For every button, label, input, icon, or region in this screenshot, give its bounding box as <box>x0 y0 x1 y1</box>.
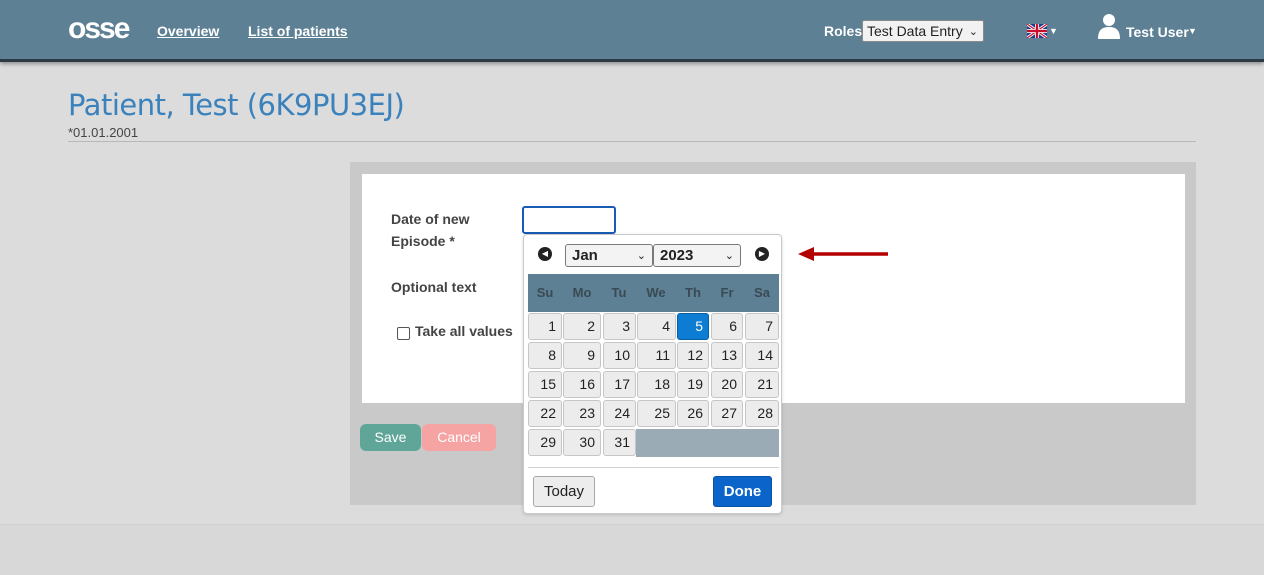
annotation-arrow-icon <box>798 247 888 261</box>
uk-flag-icon[interactable] <box>1027 24 1047 38</box>
roles-select[interactable]: Test Data Entry ⌄ <box>862 20 984 42</box>
calendar-day[interactable]: 13 <box>711 342 743 369</box>
divider <box>68 141 1196 142</box>
calendar-day[interactable]: 11 <box>637 342 676 369</box>
datepicker-popup: ◀ Jan ⌄ 2023 ⌄ ▶ Su Mo Tu We Th Fr Sa 1 … <box>523 234 782 514</box>
weekday-label: Fr <box>720 285 734 300</box>
cancel-button[interactable]: Cancel <box>422 424 496 451</box>
episode-date-input[interactable] <box>522 206 616 234</box>
calendar-day[interactable]: 10 <box>603 342 636 369</box>
user-icon[interactable] <box>1097 13 1121 39</box>
save-button[interactable]: Save <box>360 424 421 451</box>
calendar-grid: 1 2 3 4 5 6 7 8 9 10 11 12 13 14 15 16 1… <box>528 313 779 461</box>
weekday-label: Su <box>536 285 554 300</box>
calendar-day[interactable]: 16 <box>563 371 601 398</box>
calendar-day[interactable]: 2 <box>563 313 601 340</box>
calendar-day[interactable]: 12 <box>677 342 709 369</box>
year-select-value: 2023 <box>660 247 694 264</box>
date-label-line2: Episode * <box>391 233 455 249</box>
weekday-label: Tu <box>611 285 627 300</box>
user-name[interactable]: Test User <box>1126 24 1189 40</box>
calendar-day[interactable]: 1 <box>528 313 562 340</box>
calendar-empty-cells <box>636 429 779 457</box>
calendar-day[interactable]: 9 <box>563 342 601 369</box>
weekday-label: We <box>646 285 666 300</box>
next-month-icon[interactable]: ▶ <box>755 247 769 261</box>
calendar-day[interactable]: 20 <box>711 371 743 398</box>
calendar-day[interactable]: 17 <box>603 371 636 398</box>
weekday-label: Th <box>685 285 701 300</box>
chevron-down-icon: ⌄ <box>636 250 646 262</box>
page-footer <box>0 524 1264 575</box>
calendar-day[interactable]: 19 <box>677 371 709 398</box>
osse-logo[interactable]: osse <box>68 14 130 44</box>
weekday-label: Mo <box>572 285 592 300</box>
nav-list-of-patients-link[interactable]: List of patients <box>248 23 348 39</box>
calendar-day[interactable]: 30 <box>563 429 601 456</box>
calendar-day[interactable]: 18 <box>637 371 676 398</box>
month-select[interactable]: Jan ⌄ <box>565 244 653 267</box>
calendar-day[interactable]: 21 <box>745 371 779 398</box>
date-label-line1: Date of new <box>391 211 470 227</box>
top-navigation-bar: osse Overview List of patients Roles Tes… <box>0 0 1264 62</box>
calendar-day[interactable]: 27 <box>711 400 743 427</box>
calendar-day[interactable]: 14 <box>745 342 779 369</box>
calendar-day[interactable]: 23 <box>563 400 601 427</box>
calendar-day[interactable]: 29 <box>528 429 562 456</box>
divider <box>528 467 779 468</box>
calendar-day[interactable]: 4 <box>637 313 676 340</box>
patient-dob: *01.01.2001 <box>68 125 139 140</box>
today-button[interactable]: Today <box>533 476 595 507</box>
calendar-day[interactable]: 3 <box>603 313 636 340</box>
calendar-day[interactable]: 25 <box>637 400 676 427</box>
roles-label: Roles <box>824 23 863 39</box>
calendar-day[interactable]: 28 <box>745 400 779 427</box>
nav-overview-link[interactable]: Overview <box>157 23 219 39</box>
calendar-day[interactable]: 6 <box>711 313 743 340</box>
weekday-label: Sa <box>754 285 770 300</box>
year-select[interactable]: 2023 ⌄ <box>653 244 741 267</box>
roles-select-value: Test Data Entry <box>867 23 963 39</box>
take-all-values-label[interactable]: Take all values <box>415 323 513 339</box>
done-button[interactable]: Done <box>713 476 772 507</box>
language-caret-icon[interactable]: ▼ <box>1049 26 1058 36</box>
month-select-value: Jan <box>572 247 598 264</box>
calendar-day[interactable]: 15 <box>528 371 562 398</box>
calendar-day[interactable]: 7 <box>745 313 779 340</box>
chevron-down-icon: ⌄ <box>968 26 978 38</box>
calendar-day[interactable]: 24 <box>603 400 636 427</box>
page-title: Patient, Test (6K9PU3EJ) <box>68 88 405 122</box>
calendar-day[interactable]: 8 <box>528 342 562 369</box>
chevron-down-icon: ⌄ <box>724 250 734 262</box>
optional-text-label: Optional text <box>391 279 477 295</box>
weekday-header: Su Mo Tu We Th Fr Sa <box>528 274 779 312</box>
calendar-day-selected[interactable]: 5 <box>677 313 709 340</box>
date-label: Date of new Episode * <box>391 208 470 252</box>
calendar-day[interactable]: 22 <box>528 400 562 427</box>
take-all-values-checkbox[interactable] <box>397 327 410 340</box>
calendar-day[interactable]: 26 <box>677 400 709 427</box>
calendar-day[interactable]: 31 <box>603 429 636 456</box>
user-menu-caret-icon[interactable]: ▼ <box>1188 26 1197 36</box>
prev-month-icon[interactable]: ◀ <box>538 247 552 261</box>
